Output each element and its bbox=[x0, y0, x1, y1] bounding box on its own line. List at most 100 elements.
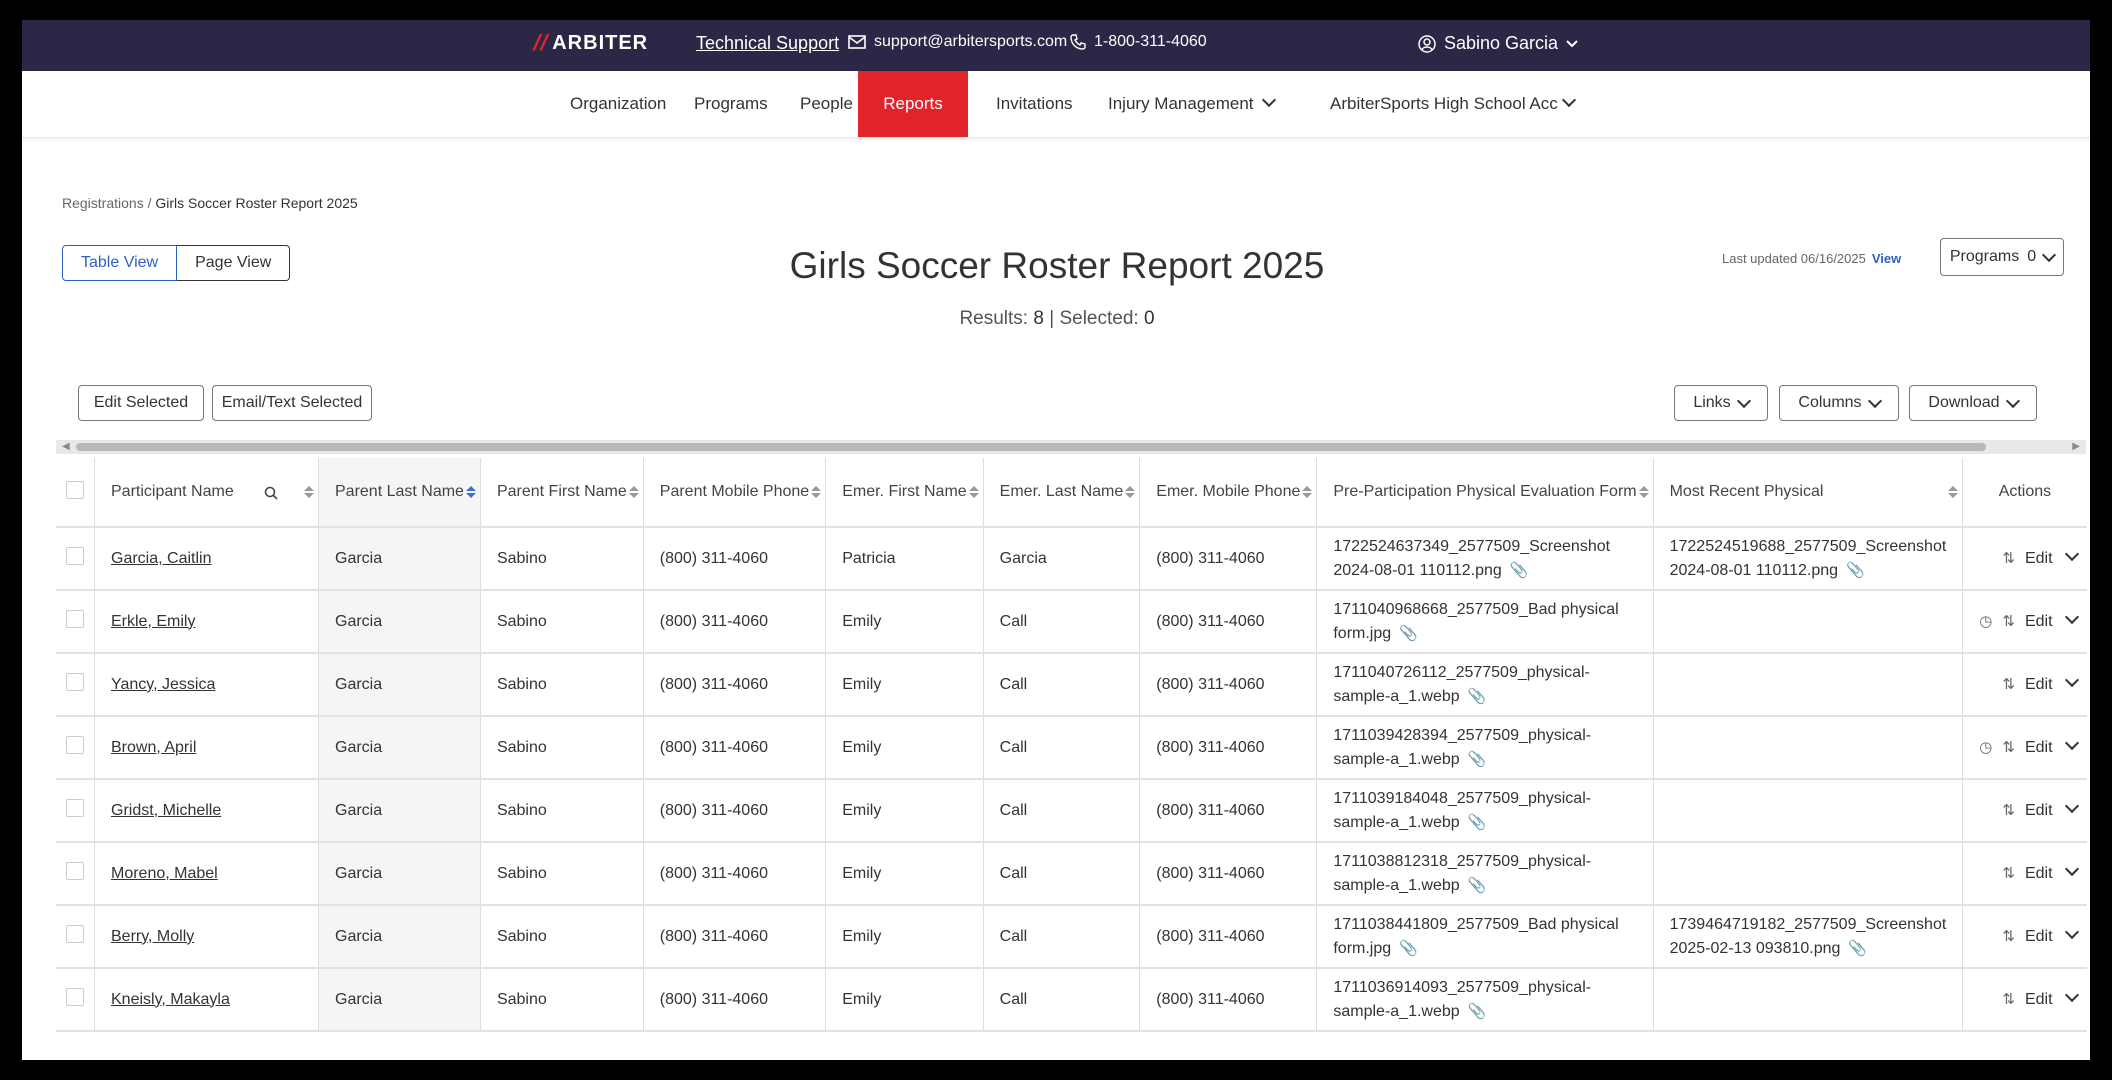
chevron-down-icon[interactable] bbox=[2064, 609, 2079, 625]
paperclip-icon[interactable]: 📎 bbox=[1510, 559, 1529, 583]
nav-injury-management[interactable]: Injury Management bbox=[1094, 71, 1288, 137]
paperclip-icon[interactable]: 📎 bbox=[1399, 937, 1418, 961]
brand-logo[interactable]: // ARBITER bbox=[531, 30, 648, 56]
recent-physical-file[interactable]: 1722524519688_2577509_Screenshot 2024-08… bbox=[1670, 538, 1947, 579]
edit-button[interactable]: Edit bbox=[2025, 991, 2053, 1008]
row-checkbox[interactable] bbox=[66, 925, 84, 943]
header-emer-mobile-phone[interactable]: Emer. Mobile Phone bbox=[1139, 458, 1318, 528]
sort-icon[interactable] bbox=[1125, 486, 1136, 500]
chevron-down-icon[interactable] bbox=[2064, 861, 2079, 877]
edit-button[interactable]: Edit bbox=[2025, 550, 2053, 567]
scroll-left-icon[interactable]: ◀ bbox=[62, 441, 70, 452]
transfer-icon[interactable]: ⇅ bbox=[2002, 676, 2015, 693]
ppe-form-file[interactable]: 1711038441809_2577509_Bad physical form.… bbox=[1333, 916, 1618, 957]
header-participant-name[interactable]: Participant Name bbox=[94, 458, 319, 528]
recent-physical-file[interactable]: 1739464719182_2577509_Screenshot 2025-02… bbox=[1670, 916, 1947, 957]
header-parent-mobile-phone[interactable]: Parent Mobile Phone bbox=[643, 458, 827, 528]
header-emer-last-name[interactable]: Emer. Last Name bbox=[983, 458, 1141, 528]
transfer-icon[interactable]: ⇅ bbox=[2002, 550, 2015, 567]
edit-button[interactable]: Edit bbox=[2025, 676, 2053, 693]
paperclip-icon[interactable]: 📎 bbox=[1399, 622, 1418, 646]
scroll-right-icon[interactable]: ▶ bbox=[2072, 441, 2080, 452]
download-dropdown[interactable]: Download bbox=[1909, 385, 2037, 421]
chevron-down-icon[interactable] bbox=[2064, 798, 2079, 814]
nav-organization-switcher[interactable]: ArbiterSports High School Acc bbox=[1316, 71, 1588, 137]
sort-icon[interactable] bbox=[465, 486, 476, 500]
select-all-checkbox[interactable] bbox=[66, 480, 84, 499]
history-icon[interactable]: ◷ bbox=[1979, 613, 1992, 630]
participant-name-link[interactable]: Erkle, Emily bbox=[111, 613, 195, 630]
nav-reports[interactable]: Reports bbox=[858, 71, 968, 137]
paperclip-icon[interactable]: 📎 bbox=[1468, 874, 1487, 898]
search-icon[interactable] bbox=[264, 486, 278, 500]
paperclip-icon[interactable]: 📎 bbox=[1468, 1000, 1487, 1024]
chevron-down-icon[interactable] bbox=[2064, 924, 2079, 940]
columns-dropdown[interactable]: Columns bbox=[1779, 385, 1899, 421]
header-most-recent-physical[interactable]: Most Recent Physical bbox=[1653, 458, 1964, 528]
ppe-form-file[interactable]: 1711036914093_2577509_physical-sample-a_… bbox=[1333, 979, 1591, 1020]
transfer-icon[interactable]: ⇅ bbox=[2002, 991, 2015, 1008]
user-menu[interactable]: Sabino Garcia bbox=[1418, 33, 1578, 54]
chevron-down-icon[interactable] bbox=[2064, 735, 2079, 751]
paperclip-icon[interactable]: 📎 bbox=[1468, 748, 1487, 772]
paperclip-icon[interactable]: 📎 bbox=[1468, 685, 1487, 709]
sort-icon[interactable] bbox=[968, 486, 979, 500]
participant-name-link[interactable]: Moreno, Mabel bbox=[111, 865, 218, 882]
ppe-form-file[interactable]: 1711040968668_2577509_Bad physical form.… bbox=[1333, 601, 1618, 642]
participant-name-link[interactable]: Yancy, Jessica bbox=[111, 676, 215, 693]
edit-button[interactable]: Edit bbox=[2025, 613, 2053, 630]
paperclip-icon[interactable]: 📎 bbox=[1848, 937, 1867, 961]
links-dropdown[interactable]: Links bbox=[1674, 385, 1768, 421]
row-checkbox[interactable] bbox=[66, 799, 84, 817]
sort-icon[interactable] bbox=[628, 486, 639, 500]
header-emer-first-name[interactable]: Emer. First Name bbox=[825, 458, 984, 528]
ppe-form-file[interactable]: 1711039428394_2577509_physical-sample-a_… bbox=[1333, 727, 1591, 768]
transfer-icon[interactable]: ⇅ bbox=[2002, 865, 2015, 882]
transfer-icon[interactable]: ⇅ bbox=[2002, 928, 2015, 945]
participant-name-link[interactable]: Kneisly, Makayla bbox=[111, 991, 230, 1008]
transfer-icon[interactable]: ⇅ bbox=[2002, 613, 2015, 630]
row-checkbox[interactable] bbox=[66, 673, 84, 691]
participant-name-link[interactable]: Gridst, Michelle bbox=[111, 802, 221, 819]
edit-button[interactable]: Edit bbox=[2025, 865, 2053, 882]
chevron-down-icon[interactable] bbox=[2064, 987, 2079, 1003]
transfer-icon[interactable]: ⇅ bbox=[2002, 739, 2015, 756]
email-text-selected-button[interactable]: Email/Text Selected bbox=[212, 385, 372, 421]
nav-invitations[interactable]: Invitations bbox=[982, 71, 1087, 137]
paperclip-icon[interactable]: 📎 bbox=[1846, 559, 1865, 583]
paperclip-icon[interactable]: 📎 bbox=[1468, 811, 1487, 835]
transfer-icon[interactable]: ⇅ bbox=[2002, 802, 2015, 819]
breadcrumb-registrations[interactable]: Registrations bbox=[62, 195, 144, 211]
ppe-form-file[interactable]: 1722524637349_2577509_Screenshot 2024-08… bbox=[1333, 538, 1610, 579]
last-updated-view-link[interactable]: View bbox=[1872, 251, 1901, 266]
edit-button[interactable]: Edit bbox=[2025, 802, 2053, 819]
participant-name-link[interactable]: Garcia, Caitlin bbox=[111, 550, 211, 567]
edit-button[interactable]: Edit bbox=[2025, 928, 2053, 945]
row-checkbox[interactable] bbox=[66, 610, 84, 628]
support-email[interactable]: support@arbitersports.com bbox=[848, 33, 1067, 51]
participant-name-link[interactable]: Berry, Molly bbox=[111, 928, 194, 945]
nav-organization[interactable]: Organization bbox=[556, 71, 680, 137]
horizontal-scrollbar[interactable]: ◀ ▶ bbox=[56, 440, 2086, 454]
sort-icon[interactable] bbox=[1948, 486, 1959, 500]
header-parent-first-name[interactable]: Parent First Name bbox=[480, 458, 644, 528]
scrollbar-thumb[interactable] bbox=[76, 443, 1986, 451]
ppe-form-file[interactable]: 1711038812318_2577509_physical-sample-a_… bbox=[1333, 853, 1591, 894]
ppe-form-file[interactable]: 1711039184048_2577509_physical-sample-a_… bbox=[1333, 790, 1591, 831]
row-checkbox[interactable] bbox=[66, 736, 84, 754]
sort-icon[interactable] bbox=[304, 486, 314, 500]
nav-people[interactable]: People bbox=[786, 71, 867, 137]
ppe-form-file[interactable]: 1711040726112_2577509_physical-sample-a_… bbox=[1333, 664, 1590, 705]
sort-icon[interactable] bbox=[1638, 486, 1649, 500]
nav-programs[interactable]: Programs bbox=[680, 71, 782, 137]
header-parent-last-name[interactable]: Parent Last Name bbox=[318, 458, 481, 528]
sort-icon[interactable] bbox=[811, 486, 822, 500]
participant-name-link[interactable]: Brown, April bbox=[111, 739, 196, 756]
row-checkbox[interactable] bbox=[66, 988, 84, 1006]
technical-support-link[interactable]: Technical Support bbox=[696, 33, 839, 54]
edit-button[interactable]: Edit bbox=[2025, 739, 2053, 756]
row-checkbox[interactable] bbox=[66, 547, 84, 565]
chevron-down-icon[interactable] bbox=[2064, 672, 2079, 688]
support-phone[interactable]: 1-800-311-4060 bbox=[1070, 33, 1207, 51]
header-ppe-form[interactable]: Pre-Participation Physical Evaluation Fo… bbox=[1316, 458, 1654, 528]
